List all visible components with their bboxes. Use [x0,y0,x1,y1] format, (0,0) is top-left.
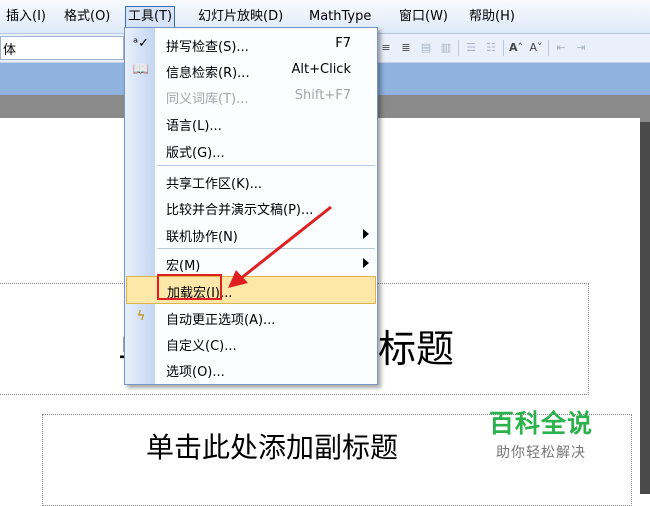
menu-item-layout[interactable]: 版式(G)... [125,137,377,163]
watermark-title: 百科全说 [488,409,593,438]
align-right-icon[interactable]: ≣ [398,41,414,55]
numbered-list-icon[interactable]: ☰ [463,41,479,55]
watermark-logo: 百科全说 助你轻松解决 [466,404,616,464]
menu-tools[interactable]: 工具(T) [125,6,176,28]
menu-slideshow[interactable]: 幻灯片放映(D) [198,8,283,26]
menu-format[interactable]: 格式(O) [64,8,110,26]
menu-insert[interactable]: 插入(I) [6,8,46,26]
menu-item-research[interactable]: 📖 信息检索(R)... Alt+Click [125,57,377,83]
tools-dropdown-menu: ᵃ✓ 拼写检查(S)... F7 📖 信息检索(R)... Alt+Click … [124,27,378,385]
increase-indent-icon[interactable]: ⇥ [573,41,589,55]
decrease-indent-icon[interactable]: ⇤ [553,41,569,55]
menu-item-thesaurus[interactable]: 同义词库(T)... Shift+F7 [125,83,377,109]
menu-item-customize[interactable]: 自定义(C)... [125,330,377,356]
menu-item-options[interactable]: 选项(O)... [125,356,377,382]
font-shrink-icon[interactable]: A˅ [528,41,544,55]
menu-item-macro[interactable]: 宏(M) [125,250,377,276]
menu-mathtype[interactable]: MathType [309,8,371,26]
justify-icon[interactable]: ▤ [418,41,434,55]
font-grow-icon[interactable]: A˄ [508,41,524,55]
annotation-highlight-box [157,274,222,300]
menu-item-autocorrect[interactable]: ϟ 自动更正选项(A)... [125,304,377,330]
spellcheck-icon: ᵃ✓ [133,36,149,51]
menu-item-online-collab[interactable]: 联机协作(N) [125,221,377,247]
font-name-field[interactable]: 体 [0,36,124,60]
autocorrect-icon: ϟ [136,309,146,324]
submenu-arrow-icon [363,258,369,268]
menu-item-shared-workspace[interactable]: 共享工作区(K)... [125,168,377,194]
menu-item-compare-merge[interactable]: 比较并合并演示文稿(P)... [125,194,377,220]
menu-window[interactable]: 窗口(W) [399,8,448,26]
slide-shadow [640,122,650,494]
slide-title-right: 标题 [378,327,455,371]
submenu-arrow-icon [363,229,369,239]
menu-separator [157,165,375,166]
menu-help[interactable]: 帮助(H) [469,8,515,26]
toolbar-divider [503,40,504,56]
toolbar-buttons: ≡ ≣ ▤ ▥ ☰ ☷ A˄ A˅ ⇤ ⇥ [378,38,589,58]
toolbar-divider [548,40,549,56]
distribute-icon[interactable]: ▥ [438,41,454,55]
toolbar-divider [458,40,459,56]
menu-item-language[interactable]: 语言(L)... [125,110,377,136]
slide-subtitle: 单击此处添加副标题 [146,431,399,464]
research-icon: 📖 [132,62,150,77]
font-name-value: 体 [3,43,17,58]
menu-item-spelling[interactable]: ᵃ✓ 拼写检查(S)... F7 [125,31,377,57]
menu-separator [157,248,375,249]
watermark-tagline: 助你轻松解决 [496,445,586,461]
align-center-icon[interactable]: ≡ [378,41,394,55]
bullet-list-icon[interactable]: ☷ [483,41,499,55]
